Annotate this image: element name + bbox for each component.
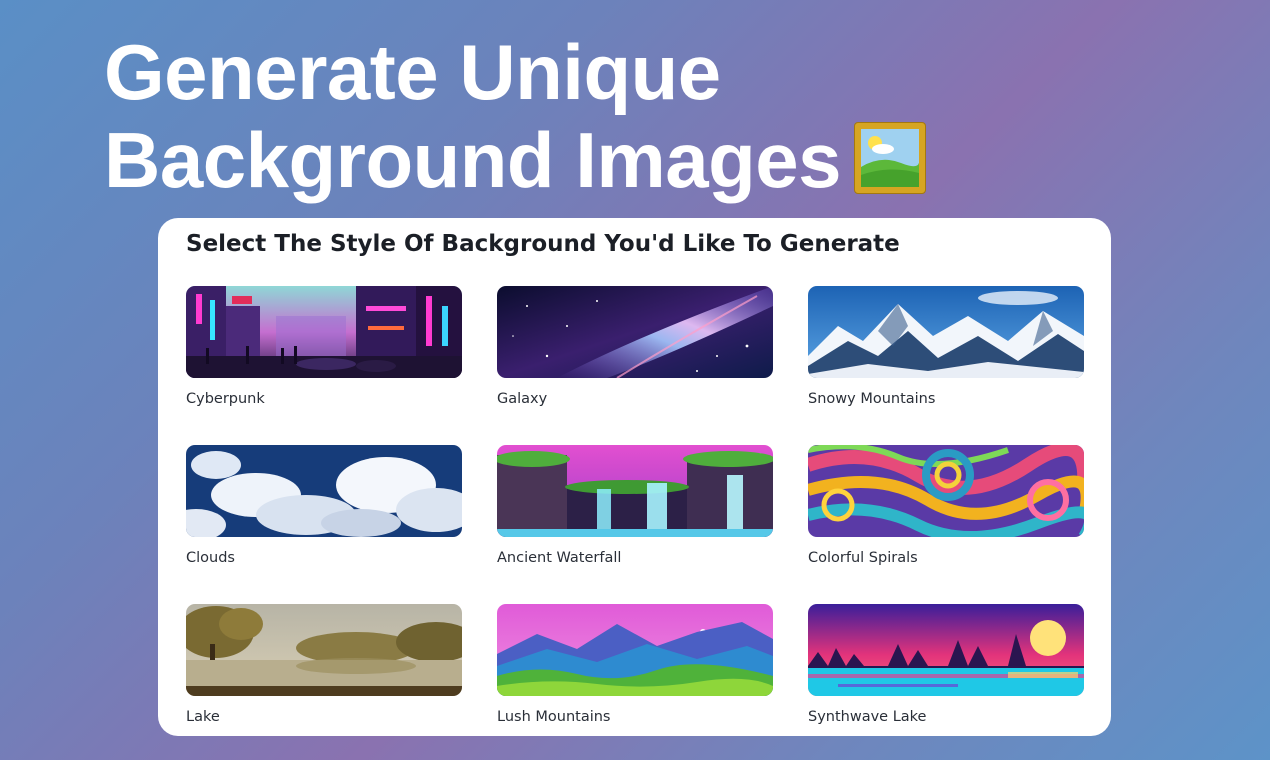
hero-title-line-2: Background Images <box>104 116 926 204</box>
style-grid: Cyberpunk Galaxy Snowy Mountains Clouds … <box>186 286 1084 736</box>
style-label-colorful-spirals: Colorful Spirals <box>808 550 918 566</box>
hero-title-line-2-text: Background Images <box>104 116 842 204</box>
style-label-ancient-waterfall: Ancient Waterfall <box>497 550 622 566</box>
style-card-colorful-spirals[interactable]: Colorful Spirals <box>808 445 1084 585</box>
style-label-lake: Lake <box>186 709 220 725</box>
hero-title-line-1: Generate Unique <box>104 28 721 116</box>
snowy-mountains-thumbnail[interactable] <box>808 286 1084 378</box>
style-label-galaxy: Galaxy <box>497 391 548 407</box>
style-card-synthwave-lake[interactable]: Synthwave Lake <box>808 604 1084 744</box>
style-card-cyberpunk[interactable]: Cyberpunk <box>186 286 462 426</box>
lush-mountains-thumbnail[interactable] <box>497 604 773 696</box>
ancient-waterfall-thumbnail[interactable] <box>497 445 773 537</box>
style-label-snowy-mountains: Snowy Mountains <box>808 391 936 407</box>
panel-heading: Select The Style Of Background You'd Lik… <box>186 231 900 257</box>
style-selection-panel: Select The Style Of Background You'd Lik… <box>158 218 1111 736</box>
lake-thumbnail[interactable] <box>186 604 462 696</box>
galaxy-thumbnail[interactable] <box>497 286 773 378</box>
style-label-clouds: Clouds <box>186 550 235 566</box>
style-card-clouds[interactable]: Clouds <box>186 445 462 585</box>
style-label-synthwave-lake: Synthwave Lake <box>808 709 927 725</box>
cyberpunk-city-thumbnail[interactable] <box>186 286 462 378</box>
style-card-lake[interactable]: Lake <box>186 604 462 744</box>
clouds-thumbnail[interactable] <box>186 445 462 537</box>
style-label-lush-mountains: Lush Mountains <box>497 709 611 725</box>
style-label-cyberpunk: Cyberpunk <box>186 391 265 407</box>
framed-picture-icon <box>855 123 926 193</box>
colorful-spirals-thumbnail[interactable] <box>808 445 1084 537</box>
style-card-snowy-mountains[interactable]: Snowy Mountains <box>808 286 1084 426</box>
style-card-ancient-waterfall[interactable]: Ancient Waterfall <box>497 445 773 585</box>
style-card-lush-mountains[interactable]: Lush Mountains <box>497 604 773 744</box>
hero-title: Generate Unique Background Images <box>104 28 926 204</box>
style-card-galaxy[interactable]: Galaxy <box>497 286 773 426</box>
synthwave-lake-thumbnail[interactable] <box>808 604 1084 696</box>
